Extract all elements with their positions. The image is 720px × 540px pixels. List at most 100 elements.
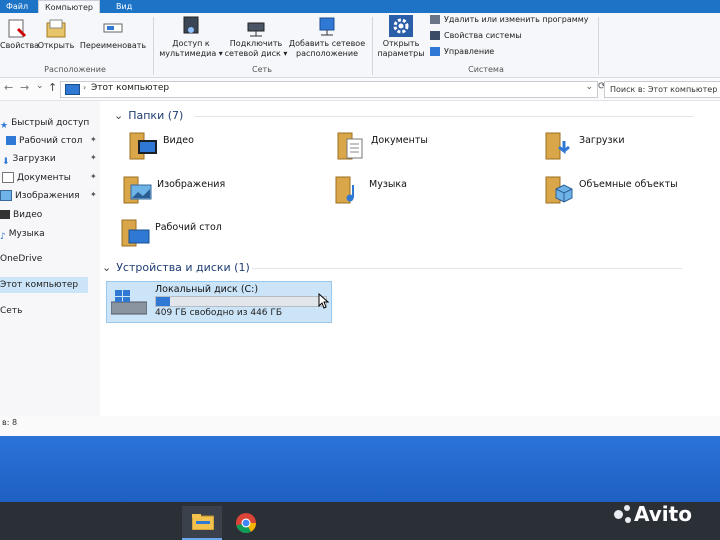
downloads-folder-icon xyxy=(545,132,570,160)
tab-file[interactable]: Файл xyxy=(0,0,34,13)
network-group-label: Сеть xyxy=(252,65,272,74)
watermark-logo-dot xyxy=(625,517,631,523)
nav-item-pictures[interactable]: Изображения xyxy=(0,188,80,204)
nav-label: Сеть xyxy=(0,306,23,316)
nav-label: OneDrive xyxy=(0,254,43,264)
tab-computer[interactable]: Компьютер xyxy=(38,0,100,13)
open-button[interactable]: Открыть xyxy=(36,17,76,51)
music-folder-icon xyxy=(335,176,354,204)
nav-label: Быстрый доступ xyxy=(11,118,90,128)
uninstall-label: Удалить или изменить программу xyxy=(444,15,589,24)
add-network-location-button[interactable]: Добавить сетевое расположение xyxy=(288,15,366,59)
rename-button[interactable]: Переименовать xyxy=(78,17,148,51)
watermark-logo-dot xyxy=(614,510,623,519)
nav-item-videos[interactable]: Видео xyxy=(0,207,42,223)
taskbar-chrome[interactable] xyxy=(226,506,266,538)
network-drive-icon xyxy=(245,15,267,37)
download-icon: ⬇ xyxy=(2,157,10,167)
image-icon xyxy=(0,190,12,201)
address-field[interactable]: › Этот компьютер ⌄ xyxy=(60,81,598,98)
folder-music[interactable]: Музыка xyxy=(334,175,534,211)
nav-item-onedrive[interactable]: OneDrive xyxy=(0,251,42,267)
folder-documents[interactable]: Документы xyxy=(336,131,536,167)
nav-item-desktop[interactable]: Рабочий стол xyxy=(6,133,82,149)
drive-free-space: 409 ГБ свободно из 446 ГБ xyxy=(155,308,283,318)
nav-item-quick-access[interactable]: ★ Быстрый доступ xyxy=(0,115,89,131)
watermark-logo-dot xyxy=(624,505,630,511)
map-network-drive-button[interactable]: Подключить сетевой диск ▾ xyxy=(224,15,288,59)
map-drive-label-1: Подключить xyxy=(229,39,283,48)
address-toolbar: ← → ⌄ ↑ › Этот компьютер ⌄ ⟳ Поиск в: Эт… xyxy=(0,78,720,101)
drive-c[interactable]: Локальный диск (C:) 409 ГБ свободно из 4… xyxy=(106,281,332,323)
search-input[interactable]: Поиск в: Этот компьютер xyxy=(604,81,720,98)
open-icon xyxy=(45,17,67,39)
pin-icon[interactable]: ✦ xyxy=(90,153,97,162)
content-pane: ⌄ Папки (7) Видео Документы Загрузки Изоб… xyxy=(100,101,720,436)
up-arrow-icon[interactable]: ↑ xyxy=(48,81,57,94)
add-location-label-2: расположение xyxy=(296,49,358,58)
back-arrow-icon[interactable]: ← xyxy=(4,81,13,94)
desktop-background xyxy=(0,436,720,502)
folder-label: Объемные объекты xyxy=(579,179,678,190)
folders-section-header[interactable]: ⌄ Папки (7) xyxy=(114,109,694,122)
desktop-icon xyxy=(6,136,16,145)
folder-label: Изображения xyxy=(157,179,226,190)
drive-usage-fill xyxy=(156,297,171,306)
location-group-label: Расположение xyxy=(44,65,106,74)
media-access-label-2: мультимедиа ▾ xyxy=(159,49,223,58)
pictures-folder-icon xyxy=(123,176,152,204)
navigation-pane: ★ Быстрый доступ Рабочий стол ✦ ⬇ Загрузки… xyxy=(0,101,100,436)
pin-icon[interactable]: ✦ xyxy=(90,190,97,199)
nav-label: Музыка xyxy=(8,229,45,239)
taskbar-file-explorer[interactable] xyxy=(182,506,222,540)
gear-icon xyxy=(389,15,413,37)
breadcrumb[interactable]: Этот компьютер xyxy=(91,83,169,93)
manage-link[interactable]: Управление xyxy=(430,46,494,58)
open-settings-label-2: параметры xyxy=(377,49,425,58)
map-drive-label-2: сетевой диск ▾ xyxy=(224,49,288,58)
folder-videos[interactable]: Видео xyxy=(128,131,328,167)
computer-manage-icon xyxy=(430,47,440,56)
manage-label: Управление xyxy=(444,47,495,56)
document-icon xyxy=(2,172,14,183)
item-count: в: 8 xyxy=(2,418,18,427)
nav-item-documents[interactable]: Документы xyxy=(2,170,71,186)
folder-desktop[interactable]: Рабочий стол xyxy=(120,218,320,254)
folder-pictures[interactable]: Изображения xyxy=(122,175,322,211)
uninstall-program-link[interactable]: Удалить или изменить программу xyxy=(430,14,589,26)
nav-label: Рабочий стол xyxy=(19,136,83,146)
media-access-button[interactable]: Доступ к мультимедиа ▾ xyxy=(158,15,224,59)
nav-label: Этот компьютер xyxy=(0,280,79,290)
forward-arrow-icon[interactable]: → xyxy=(20,81,29,94)
watermark-text: Avito xyxy=(634,502,692,526)
separator xyxy=(598,17,599,75)
folder-downloads[interactable]: Загрузки xyxy=(544,131,720,167)
tab-view[interactable]: Вид xyxy=(110,0,138,13)
desktop-folder-icon xyxy=(121,219,150,247)
devices-section-header[interactable]: ⌄ Устройства и диски (1) xyxy=(102,261,682,274)
system-properties-link[interactable]: Свойства системы xyxy=(430,30,522,42)
nav-item-this-pc[interactable]: Этот компьютер xyxy=(0,277,88,293)
drive-label: Локальный диск (C:) xyxy=(155,284,259,295)
rename-icon xyxy=(102,17,124,39)
music-icon: ♪ xyxy=(0,232,6,242)
folder-3d-objects[interactable]: Объемные объекты xyxy=(544,175,720,211)
mouse-cursor-icon xyxy=(318,293,330,309)
separator xyxy=(372,17,373,75)
media-access-label-1: Доступ к xyxy=(172,39,210,48)
nav-item-network[interactable]: Сеть xyxy=(0,303,22,319)
properties-icon xyxy=(6,17,28,39)
pin-icon[interactable]: ✦ xyxy=(90,135,97,144)
pin-icon[interactable]: ✦ xyxy=(90,172,97,181)
3d-objects-folder-icon xyxy=(545,176,573,204)
nav-item-downloads[interactable]: ⬇ Загрузки xyxy=(2,151,56,167)
computer-icon xyxy=(65,84,80,95)
address-dropdown-icon[interactable]: ⌄ xyxy=(585,82,593,92)
open-label: Открыть xyxy=(37,41,75,50)
chrome-icon xyxy=(236,513,257,534)
folder-label: Загрузки xyxy=(579,135,625,146)
recent-chevron-icon[interactable]: ⌄ xyxy=(36,81,44,91)
properties-button[interactable]: Свойства xyxy=(0,17,39,51)
nav-item-music[interactable]: ♪ Музыка xyxy=(0,226,45,242)
open-settings-button[interactable]: Открыть параметры xyxy=(376,15,426,59)
